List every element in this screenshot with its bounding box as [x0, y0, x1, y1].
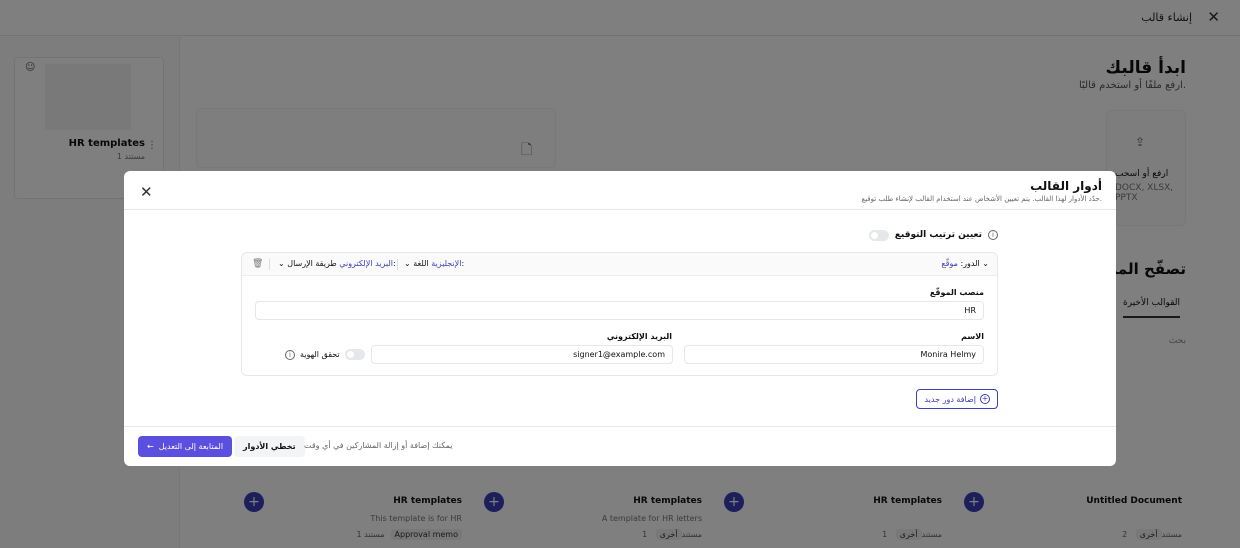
close-icon[interactable]: ✕ [140, 183, 153, 201]
footer-note: يمكنك إضافة أو إزالة المشاركين في أي وقت [304, 441, 453, 450]
language-value: الإنجليزية [431, 259, 462, 268]
name-label: الاسم [961, 332, 984, 341]
trash-icon[interactable]: 🗑 [252, 259, 263, 269]
email-label: البريد الإلكتروني [606, 332, 672, 341]
continue-to-edit-button[interactable]: ← المتابعة إلى التعديل [138, 436, 233, 457]
signing-order-label: تعيين ترتيب التوقيع [894, 230, 982, 240]
send-method-selector[interactable]: ⌄ البريد الإلكتروني طريقة الإرسال: [278, 259, 396, 268]
identity-verification-toggle[interactable] [344, 349, 365, 360]
skip-roles-button[interactable]: تخطي الأدوار [234, 436, 305, 457]
role-prefix: الدور: [960, 259, 980, 268]
plus-circle-icon: + [980, 394, 990, 404]
divider [269, 259, 270, 270]
position-input[interactable]: HR [255, 301, 984, 320]
arrow-left-icon: ← [147, 442, 154, 451]
dialog-title: أدوار القالب [1030, 179, 1102, 193]
divider [397, 259, 398, 270]
divider [124, 426, 1116, 427]
identity-verification-label: تحقق الهوية [300, 350, 340, 359]
info-icon[interactable]: i [285, 349, 295, 360]
position-label: منصب الموقّع [929, 288, 984, 297]
signing-order-row: تعيين ترتيب التوقيع i [868, 228, 998, 242]
email-input[interactable]: signer1@example.com [371, 345, 673, 364]
role-card: الدور: موقّع ⌄ ⌄ الإنجليزية اللغة: ⌄ الب… [241, 252, 998, 376]
add-role-button[interactable]: إضافة دور جديد + [916, 389, 998, 409]
info-icon[interactable]: i [988, 230, 998, 240]
divider [124, 209, 1116, 210]
continue-label: المتابعة إلى التعديل [158, 442, 224, 451]
role-value: موقّع [941, 259, 958, 268]
template-roles-dialog: ✕ أدوار القالب حدّد الأدوار لهذا القالب.… [124, 171, 1116, 466]
name-input[interactable]: Monira Helmy [684, 345, 984, 364]
chevron-down-icon: ⌄ [278, 259, 285, 268]
language-selector[interactable]: ⌄ الإنجليزية اللغة: [404, 259, 464, 268]
identity-verification-row: i تحقق الهوية [285, 349, 365, 360]
skip-label: تخطي الأدوار [243, 442, 296, 451]
role-header: الدور: موقّع ⌄ ⌄ الإنجليزية اللغة: ⌄ الب… [242, 253, 997, 276]
chevron-down-icon: ⌄ [404, 259, 411, 268]
chevron-down-icon: ⌄ [982, 259, 989, 268]
role-selector[interactable]: الدور: موقّع ⌄ [941, 259, 989, 268]
send-method-value: البريد الإلكتروني [339, 259, 393, 268]
add-role-label: إضافة دور جديد [924, 394, 976, 404]
dialog-description: حدّد الأدوار لهذا القالب. يتم تعيين الأش… [861, 195, 1102, 203]
signing-order-toggle[interactable] [868, 229, 889, 241]
